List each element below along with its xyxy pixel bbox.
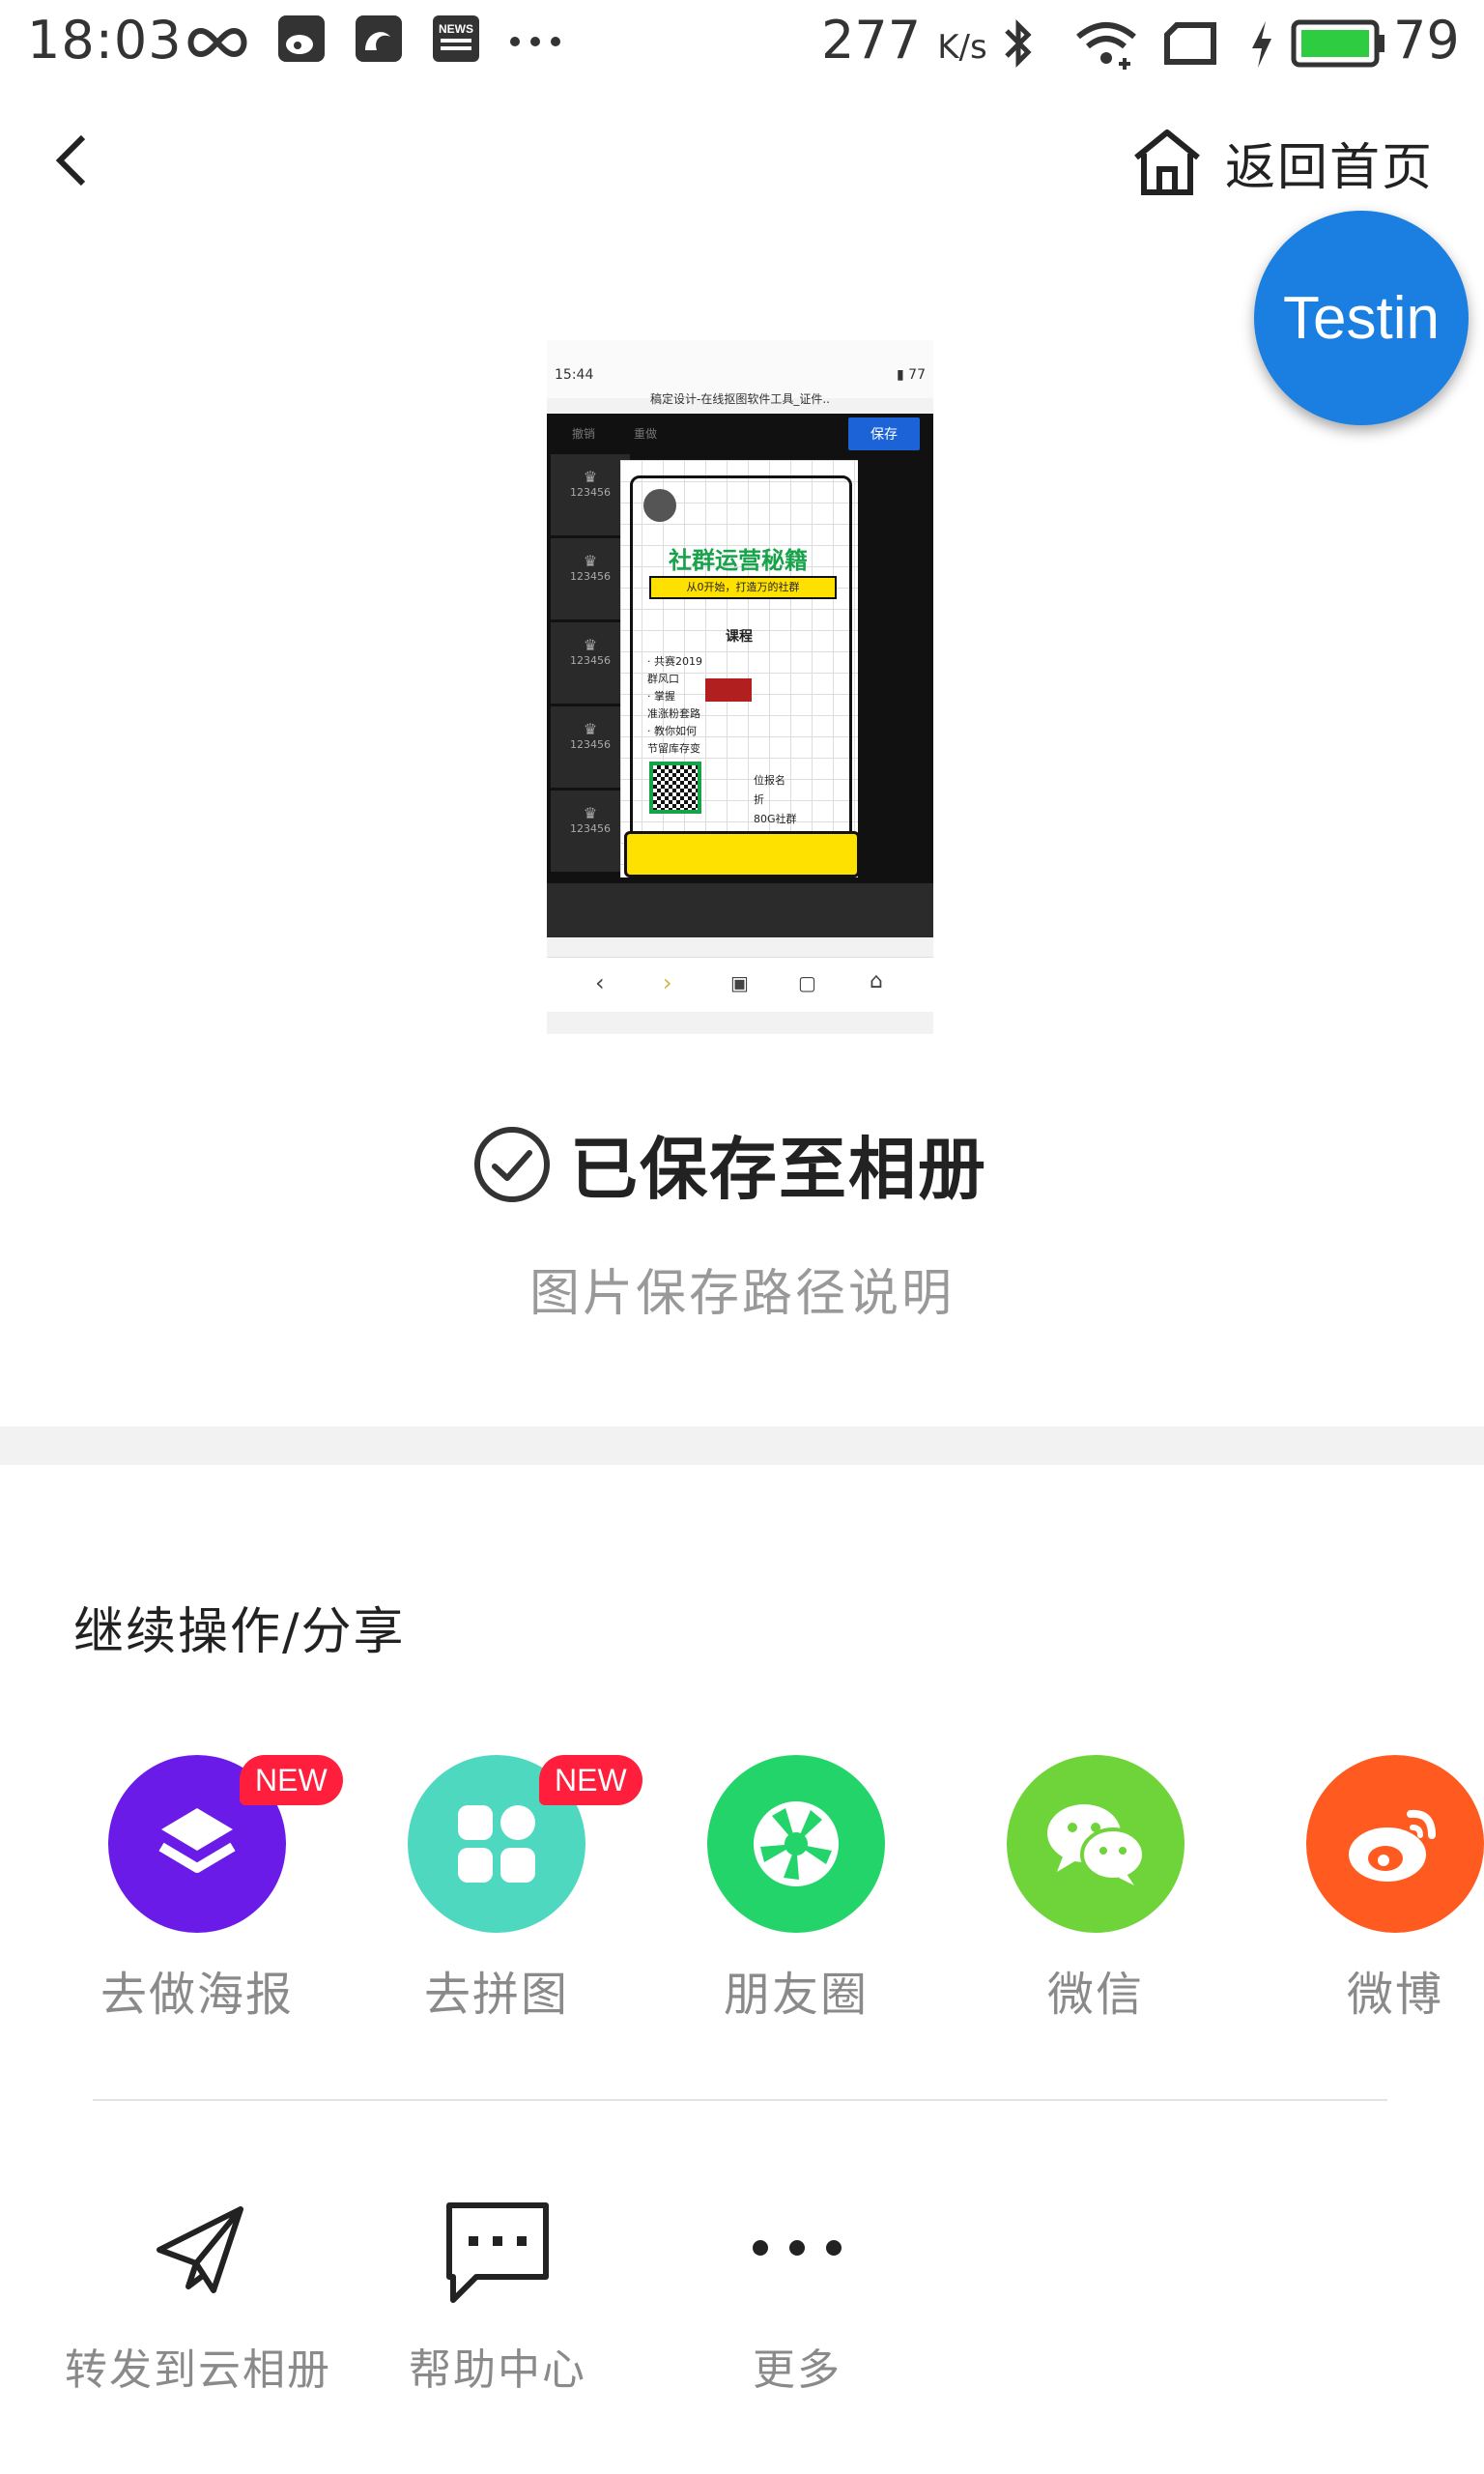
share-item-moments[interactable]: 朋友圈 (676, 1755, 908, 2026)
more-dots-icon (753, 2240, 842, 2256)
share-section-title: 继续操作/分享 (73, 1603, 406, 1661)
uc-browser-icon (356, 15, 402, 62)
saved-title: 已保存至相册 (570, 1130, 987, 1209)
charging-icon (1252, 21, 1271, 68)
share-label: 去拼图 (423, 1968, 569, 2022)
preview-poster: 社群运营秘籍 从0开始，打造万的社群 课程 · 共赛2019 群风口 · 掌握 准涨… (620, 460, 860, 877)
help-center-button[interactable]: 帮助中心 (396, 2196, 599, 2418)
share-item-collage[interactable]: NEW 去拼图 (377, 1755, 642, 2026)
battery-icon (1291, 19, 1384, 68)
chevron-left-icon (55, 134, 86, 187)
share-label: 微博 (1346, 1968, 1443, 2022)
share-item-wechat[interactable]: 微信 (976, 1755, 1208, 2026)
separator-line (93, 2099, 1387, 2101)
svg-text:NEWS: NEWS (439, 22, 473, 36)
wifi-icon (1076, 22, 1136, 70)
saved-image-preview: 15:44 ▮ 77 稿定设计-在线抠图软件工具_证件.. 撤销 重做 保存 ♛… (547, 340, 933, 1034)
home-icon (1134, 129, 1200, 195)
check-circle-icon (474, 1126, 550, 1202)
screen-icon (1164, 22, 1216, 65)
more-dots-icon (510, 37, 560, 46)
preview-status-bar: 15:44 ▮ 77 稿定设计-在线抠图软件工具_证件.. (547, 340, 933, 406)
testin-overlay[interactable]: Testin (1254, 211, 1469, 425)
net-speed: 277 K/s (821, 10, 987, 71)
tool-label: 更多 (753, 2345, 842, 2395)
weibo-notification-icon (278, 15, 325, 62)
status-bar: 18:03 NEWS 277 K/s 79 (0, 0, 1484, 85)
home-button[interactable]: 返回首页 (1130, 124, 1434, 201)
battery-level: 79 (1393, 10, 1460, 71)
save-path-link[interactable]: 图片保存路径说明 (0, 1252, 1484, 1325)
tool-label: 帮助中心 (409, 2345, 586, 2395)
share-item-poster[interactable]: NEW 去做海报 (77, 1755, 343, 2026)
weibo-icon (1306, 1755, 1484, 1933)
wechat-icon (1007, 1755, 1184, 1933)
more-button[interactable]: 更多 (705, 2196, 889, 2418)
status-time: 18:03 (27, 10, 183, 71)
paper-plane-icon (157, 2206, 243, 2293)
new-badge: NEW (539, 1755, 642, 1805)
aperture-icon (707, 1755, 885, 1933)
share-label: 去做海报 (100, 1968, 294, 2022)
forward-cloud-album-button[interactable]: 转发到云相册 (58, 2196, 338, 2418)
saved-status: 已保存至相册 (471, 1115, 987, 1213)
preview-nav-bar: ‹ › ▣ ▢ ⌂ (547, 957, 933, 1012)
share-item-weibo[interactable]: 微博 (1275, 1755, 1484, 2026)
testin-label: Testin (1283, 284, 1440, 352)
share-label: 微信 (1046, 1968, 1144, 2022)
preview-editor: 撤销 重做 保存 ♛ 123456 ♛ 123456 ♛ 123456 ♛ 123456… (547, 414, 933, 937)
section-divider (0, 1426, 1484, 1465)
tool-label: 转发到云相册 (65, 2345, 331, 2395)
back-button[interactable] (39, 116, 106, 203)
chat-bubble-icon (446, 2202, 549, 2303)
home-label: 返回首页 (1225, 138, 1435, 197)
bluetooth-icon (1005, 18, 1032, 69)
share-label: 朋友圈 (723, 1968, 869, 2022)
new-badge: NEW (240, 1755, 343, 1805)
infinity-icon (187, 27, 247, 58)
news-icon: NEWS (433, 15, 479, 62)
